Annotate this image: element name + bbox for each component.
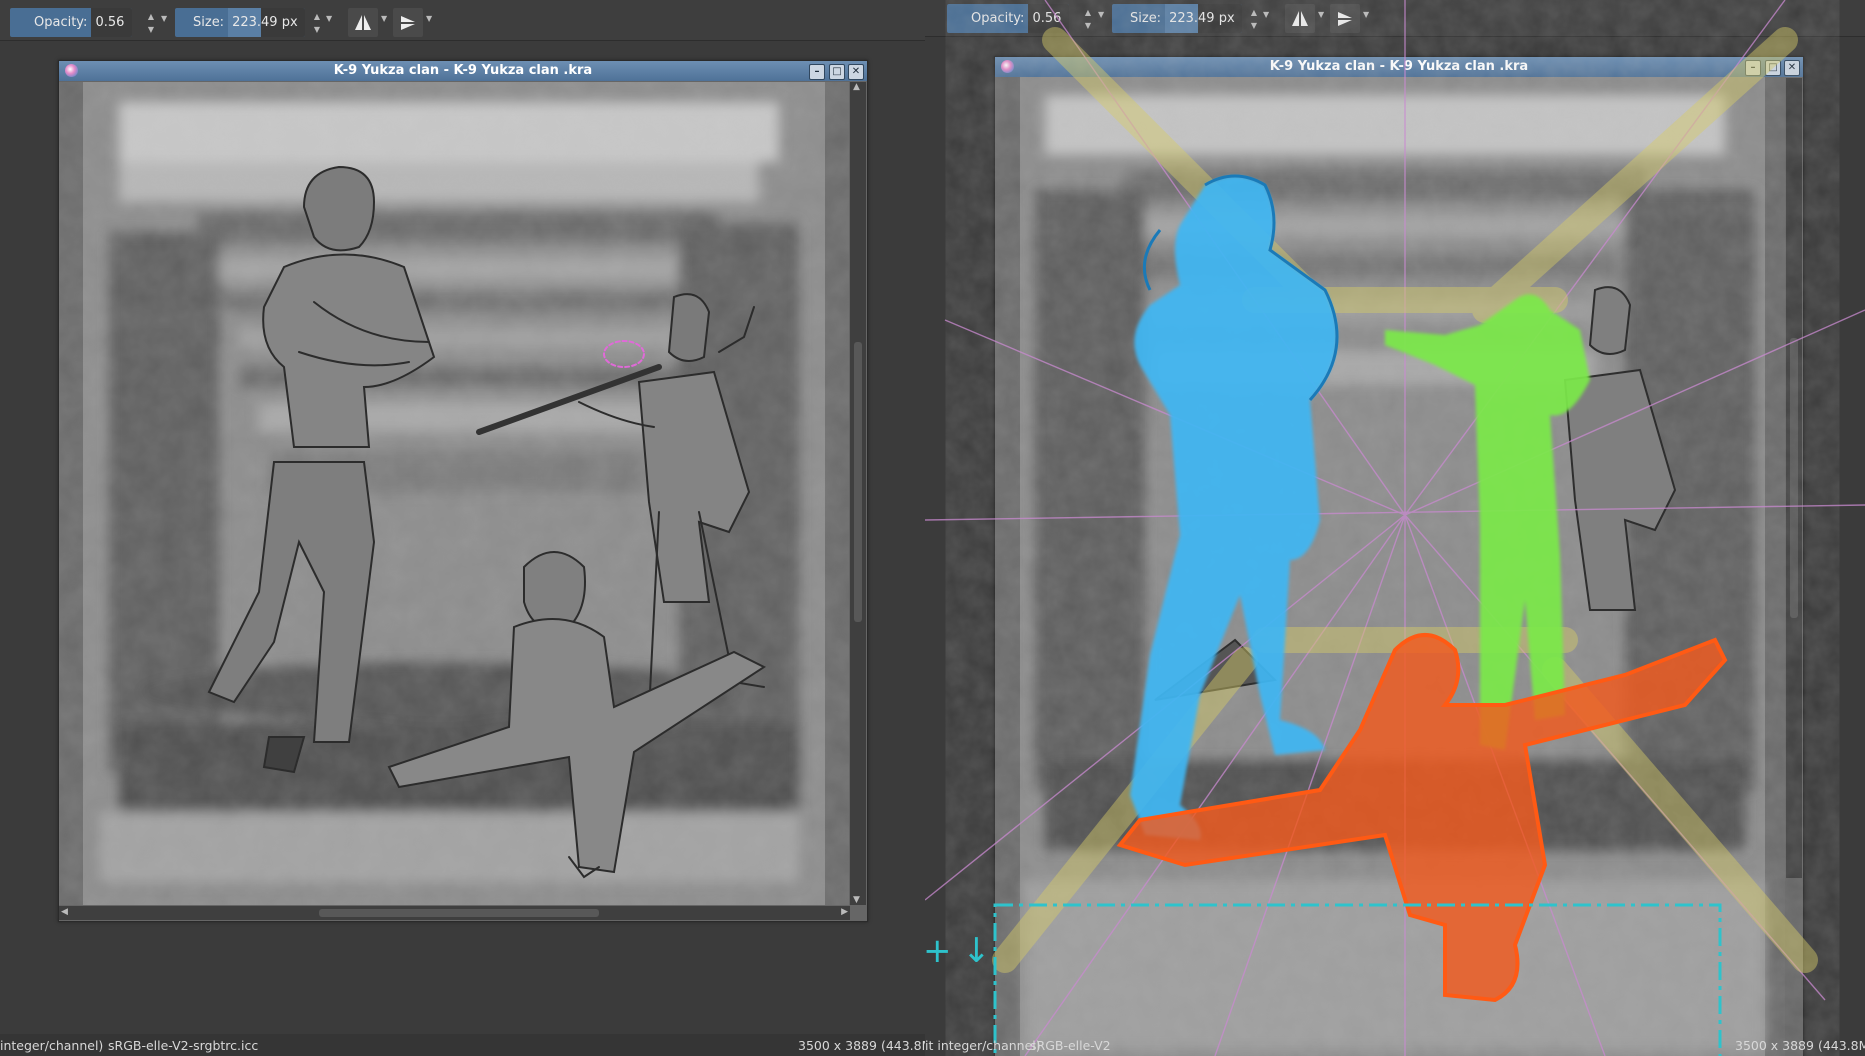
scroll-left-icon[interactable]: ◀ (61, 907, 68, 917)
scroll-up-icon[interactable]: ▲ (853, 82, 860, 92)
mirror-horizontal-dropdown-icon[interactable]: ▼ (381, 14, 387, 23)
horizontal-scroll-thumb[interactable] (319, 909, 599, 917)
size-value-filled: 223. (228, 8, 262, 37)
scroll-right-icon[interactable]: ▶ (841, 907, 848, 917)
image-dimensions-text-right: 3500 x 3889 (443.8M (1735, 1038, 1865, 1053)
mirror-vertical-icon[interactable] (393, 8, 423, 37)
right-krita-pane: Opacity: 0.56 ▲ ▼ ▼ Size: 223. 49 px ▲ ▼ ▼… (925, 0, 1865, 1056)
paintover-canvas[interactable]: + ↓ (925, 0, 1865, 1056)
opacity-label: Opacity: (34, 15, 88, 30)
color-profile-text: sRGB-elle-V2-srgbtrc.icc (108, 1038, 259, 1053)
horizontal-scrollbar[interactable]: ◀ ▶ (59, 906, 850, 920)
size-value-rest: 49 px (261, 8, 305, 37)
subwindow-titlebar[interactable]: K-9 Yukza clan - K-9 Yukza clan .kra – □… (59, 61, 867, 81)
color-depth-text: integer/channel) (0, 1038, 104, 1053)
annotation-symbols: + ↓ (925, 931, 991, 971)
vertical-scrollbar[interactable]: ▲ ▼ (850, 82, 866, 905)
document-subwindow: K-9 Yukza clan - K-9 Yukza clan .kra – □… (58, 60, 868, 922)
opacity-dropdown-icon[interactable]: ▼ (161, 14, 167, 23)
drawing-canvas[interactable] (59, 82, 849, 905)
window-maximize-icon[interactable]: □ (829, 64, 845, 80)
document-title: K-9 Yukza clan - K-9 Yukza clan .kra (333, 63, 593, 78)
size-label: Size: (193, 15, 225, 30)
size-spin-icon[interactable]: ▲ ▼ (311, 10, 323, 36)
left-krita-pane: Opacity: 0.56 ▲ ▼ ▼ Size: 223. 49 px ▲ ▼ ▼… (0, 0, 925, 1056)
color-depth-text-right: it integer/channel) (925, 1038, 1041, 1053)
scroll-down-icon[interactable]: ▼ (853, 895, 860, 905)
vertical-scroll-thumb[interactable] (854, 342, 862, 622)
status-bar-right: it integer/channel) sRGB-elle-V2 3500 x … (925, 1034, 1865, 1056)
mirror-horizontal-icon[interactable] (348, 8, 378, 37)
image-dimensions-text: 3500 x 3889 (443.8M (798, 1038, 925, 1053)
mirror-vertical-dropdown-icon[interactable]: ▼ (426, 14, 432, 23)
krita-app-icon (65, 64, 78, 77)
color-profile-text-right: sRGB-elle-V2 (1030, 1038, 1111, 1053)
window-close-icon[interactable]: ✕ (848, 64, 864, 80)
opacity-value: 0.56 (91, 8, 132, 37)
size-dropdown-icon[interactable]: ▼ (326, 14, 332, 23)
artwork-page-right (995, 77, 1785, 1056)
window-minimize-icon[interactable]: – (809, 64, 825, 80)
status-bar: integer/channel) sRGB-elle-V2-srgbtrc.ic… (0, 1034, 925, 1056)
brush-toolbar: Opacity: 0.56 ▲ ▼ ▼ Size: 223. 49 px ▲ ▼ ▼… (0, 0, 925, 41)
opacity-spin-icon[interactable]: ▲ ▼ (145, 10, 157, 36)
opacity-slider[interactable]: Opacity: 0.56 (10, 8, 132, 37)
size-slider[interactable]: Size: 223. 49 px (175, 8, 305, 37)
